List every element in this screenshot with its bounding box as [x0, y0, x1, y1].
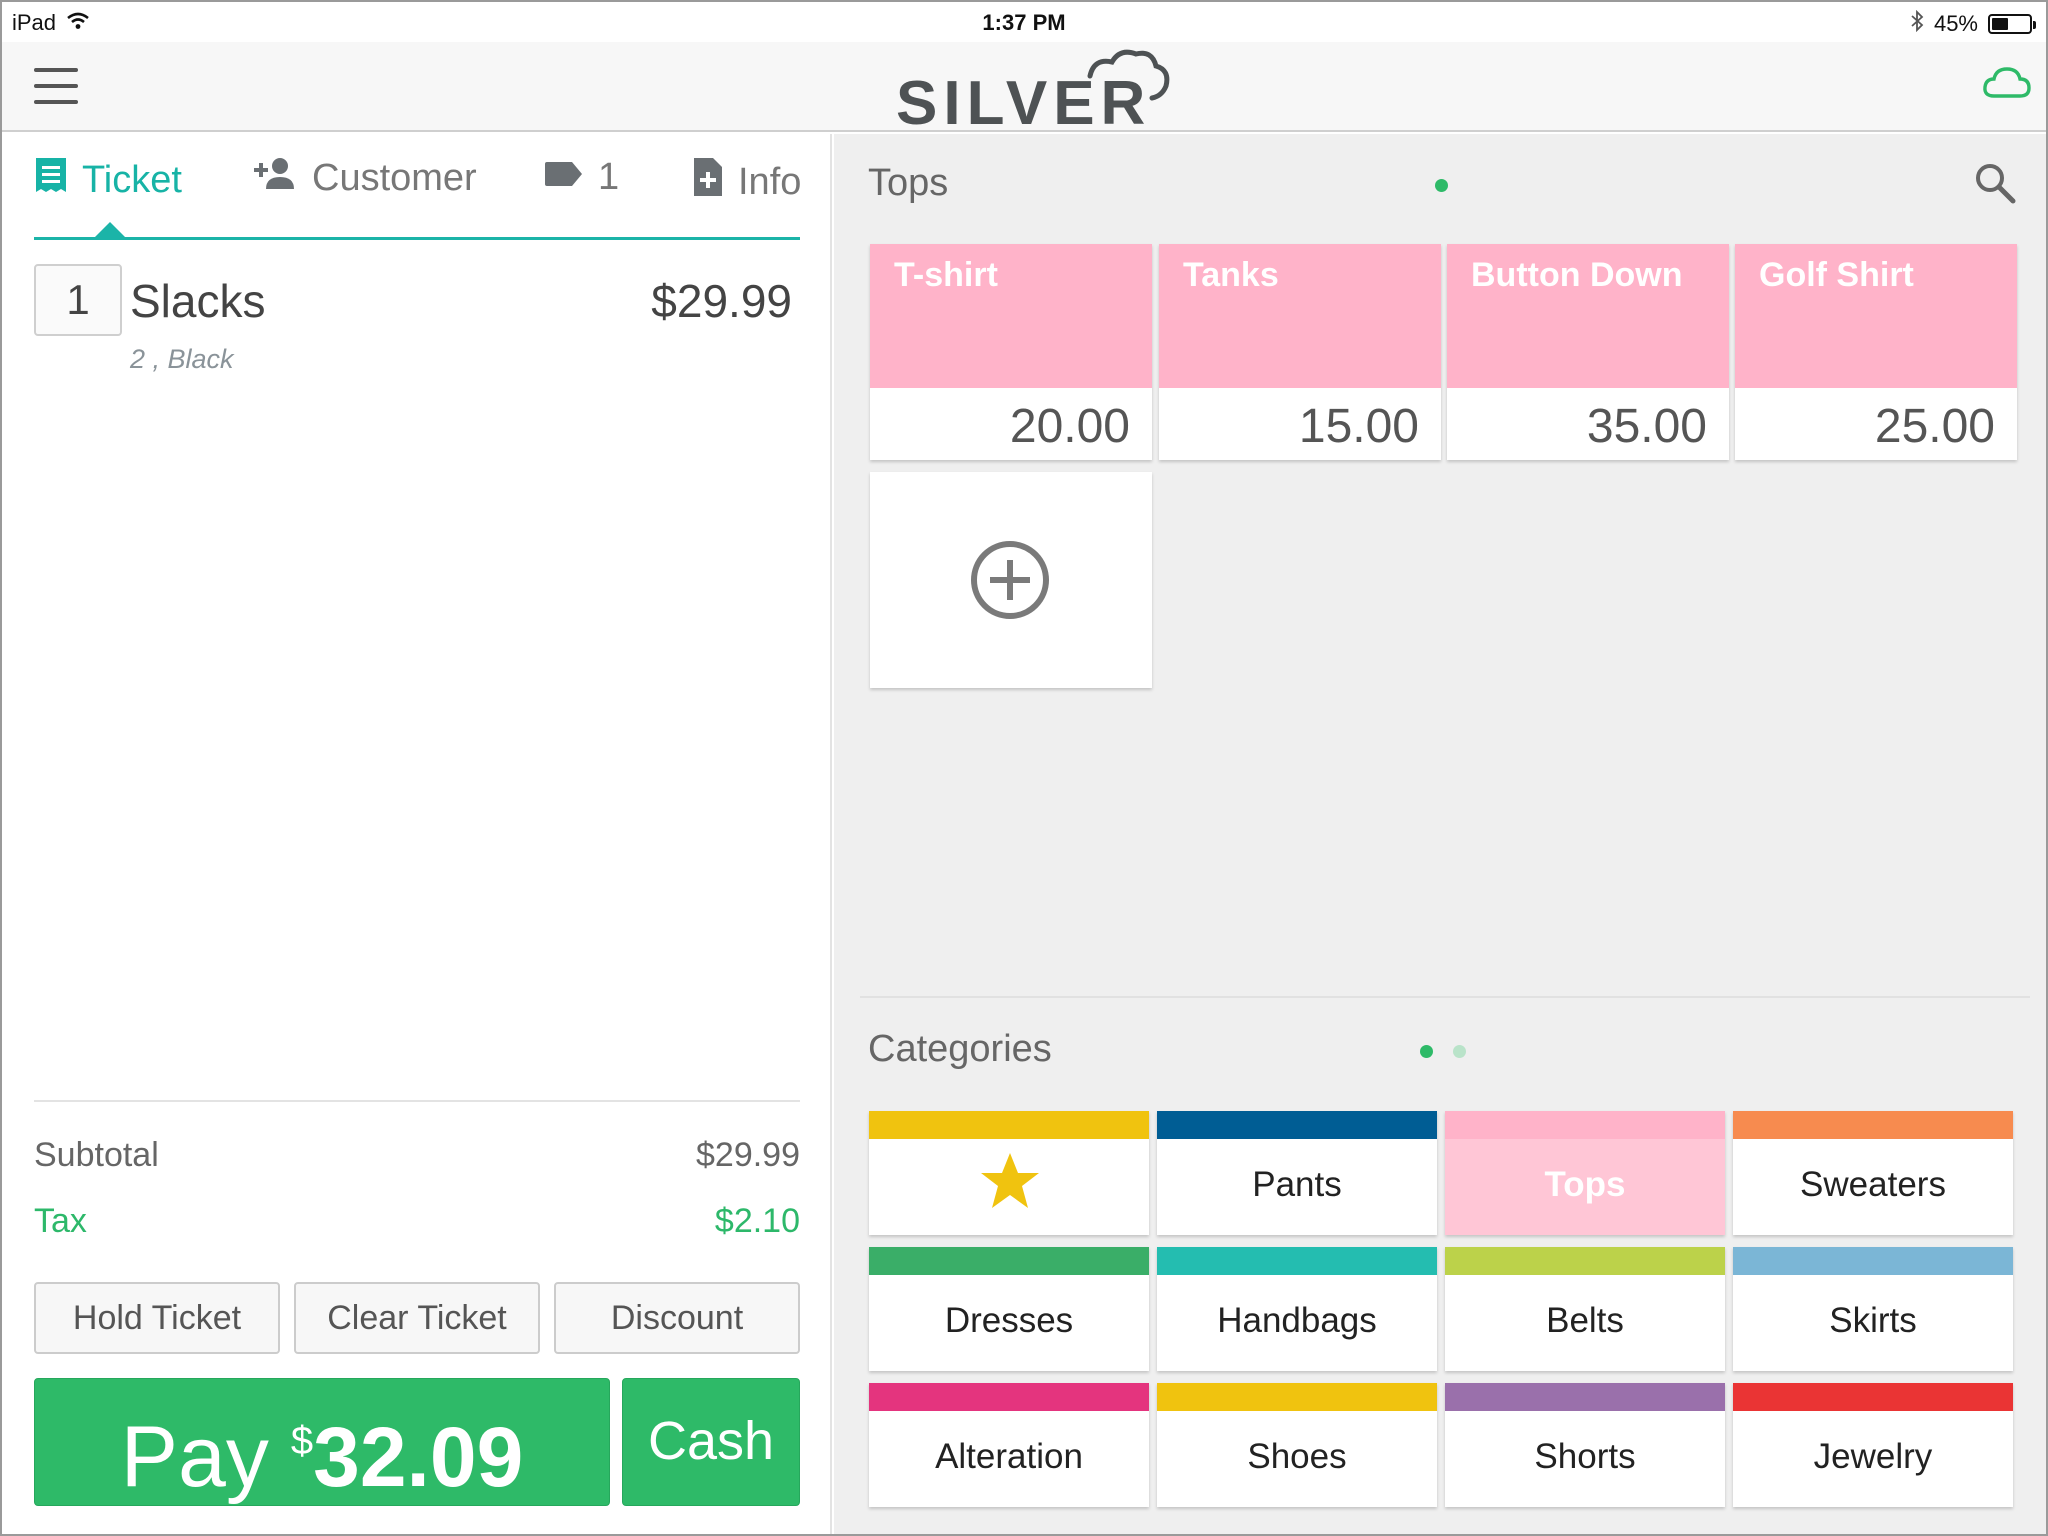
- pay-amount: 32.09: [313, 1410, 524, 1504]
- category-page-dot-active[interactable]: [1420, 1045, 1433, 1058]
- category-tile[interactable]: Dresses: [869, 1247, 1149, 1371]
- category-name: Jewelry: [1813, 1437, 1933, 1476]
- battery-icon: [1988, 14, 2036, 34]
- tax-value: $2.10: [714, 1202, 800, 1240]
- tax-label: Tax: [34, 1202, 87, 1240]
- top-nav-bar: SILVER: [2, 42, 2046, 138]
- category-tile[interactable]: Belts: [1445, 1247, 1725, 1371]
- tab-ticket-label: Ticket: [82, 158, 182, 201]
- catalog-panel: Tops T-shirt 20.00 Tanks 15.00 Button Do…: [834, 134, 2046, 1534]
- item-name: Slacks: [130, 275, 266, 327]
- category-tile[interactable]: Sweaters: [1733, 1111, 2013, 1235]
- tab-tags[interactable]: 1: [544, 156, 619, 199]
- silver-logo: SILVER: [890, 44, 1170, 138]
- menu-icon[interactable]: [34, 68, 78, 104]
- category-name: Shoes: [1247, 1437, 1347, 1476]
- cash-button[interactable]: Cash: [622, 1378, 800, 1506]
- category-tile[interactable]: Pants: [1157, 1111, 1437, 1235]
- product-price: 15.00: [1298, 400, 1419, 453]
- star-icon: [981, 1153, 1039, 1208]
- add-person-icon: [252, 156, 298, 200]
- section-divider: [860, 996, 2030, 998]
- product-tile[interactable]: Golf Shirt 25.00: [1735, 244, 2017, 460]
- battery-percent: 45%: [1933, 11, 1978, 36]
- product-tile[interactable]: Tanks 15.00: [1159, 244, 1441, 460]
- active-tab-indicator: [94, 222, 126, 238]
- pay-button[interactable]: Pay $32.09: [34, 1378, 610, 1506]
- category-tile[interactable]: Alteration: [869, 1383, 1149, 1507]
- categories-section-title: Categories: [868, 1028, 1052, 1070]
- category-name: Sweaters: [1800, 1165, 1946, 1204]
- tab-customer-label: Customer: [312, 156, 477, 199]
- ticket-tab-bar: Ticket Customer 1 Info: [34, 134, 801, 240]
- tag-icon: [544, 156, 584, 199]
- product-page-dot[interactable]: [1435, 179, 1448, 192]
- item-quantity[interactable]: 1: [34, 264, 122, 336]
- add-product-button[interactable]: [870, 472, 1152, 688]
- hold-ticket-button[interactable]: Hold Ticket: [34, 1282, 280, 1354]
- tab-tags-count: 1: [598, 156, 620, 198]
- category-tile[interactable]: Shoes: [1157, 1383, 1437, 1507]
- item-variant: 2 , Black: [130, 344, 234, 374]
- product-tile[interactable]: T-shirt 20.00: [870, 244, 1152, 460]
- status-time: 1:37 PM: [982, 10, 1066, 35]
- category-name: Pants: [1252, 1165, 1342, 1204]
- search-icon[interactable]: [1974, 162, 2016, 209]
- product-price: 25.00: [1874, 400, 1995, 453]
- bluetooth-icon: [1910, 9, 1924, 38]
- category-name: Alteration: [935, 1437, 1083, 1476]
- product-name: Button Down: [1471, 256, 1683, 294]
- pay-label: Pay: [120, 1409, 269, 1505]
- category-page-dot[interactable]: [1453, 1045, 1466, 1058]
- totals-divider: [34, 1100, 800, 1102]
- category-tile-selected[interactable]: Tops: [1445, 1111, 1725, 1235]
- product-name: T-shirt: [894, 256, 998, 294]
- cloud-icon[interactable]: [1982, 64, 2032, 105]
- product-price: 35.00: [1586, 400, 1707, 453]
- category-name: Handbags: [1217, 1301, 1377, 1340]
- category-name: Belts: [1546, 1301, 1624, 1340]
- status-bar: iPad 1:37 PM 45%: [2, 2, 2046, 42]
- add-document-icon: [692, 156, 724, 208]
- logo-text: SILVER: [896, 69, 1152, 138]
- product-section-title: Tops: [868, 162, 949, 204]
- tab-info[interactable]: Info: [692, 156, 801, 208]
- category-tile[interactable]: Handbags: [1157, 1247, 1437, 1371]
- product-tile[interactable]: Button Down 35.00: [1447, 244, 1729, 460]
- discount-button[interactable]: Discount: [554, 1282, 800, 1354]
- tab-info-label: Info: [738, 160, 802, 203]
- tab-ticket[interactable]: Ticket: [34, 156, 182, 204]
- ticket-panel: Ticket Customer 1 Info 1 Slacks $29.99 2…: [2, 134, 832, 1534]
- category-name: Skirts: [1829, 1301, 1917, 1340]
- category-favorites[interactable]: [869, 1111, 1149, 1235]
- product-name: Golf Shirt: [1759, 256, 1914, 294]
- product-name: Tanks: [1183, 256, 1279, 294]
- receipt-icon: [34, 156, 68, 204]
- subtotal-value: $29.99: [696, 1136, 800, 1174]
- category-name: Shorts: [1534, 1437, 1636, 1476]
- clear-ticket-button[interactable]: Clear Ticket: [294, 1282, 540, 1354]
- category-tile[interactable]: Skirts: [1733, 1247, 2013, 1371]
- tab-customer[interactable]: Customer: [252, 156, 477, 200]
- category-tile[interactable]: Jewelry: [1733, 1383, 2013, 1507]
- product-price: 20.00: [1009, 400, 1130, 453]
- app-frame: iPad 1:37 PM 45% SILVER Ticket Customer …: [0, 0, 2048, 1536]
- pay-currency: $: [290, 1419, 314, 1463]
- add-circle-icon: [971, 541, 1049, 619]
- category-tile[interactable]: Shorts: [1445, 1383, 1725, 1507]
- category-name: Dresses: [944, 1301, 1074, 1340]
- category-name: Tops: [1544, 1165, 1626, 1204]
- item-price: $29.99: [651, 275, 792, 327]
- subtotal-label: Subtotal: [34, 1136, 159, 1174]
- ticket-line-item[interactable]: 1 Slacks $29.99 2 , Black: [34, 264, 800, 374]
